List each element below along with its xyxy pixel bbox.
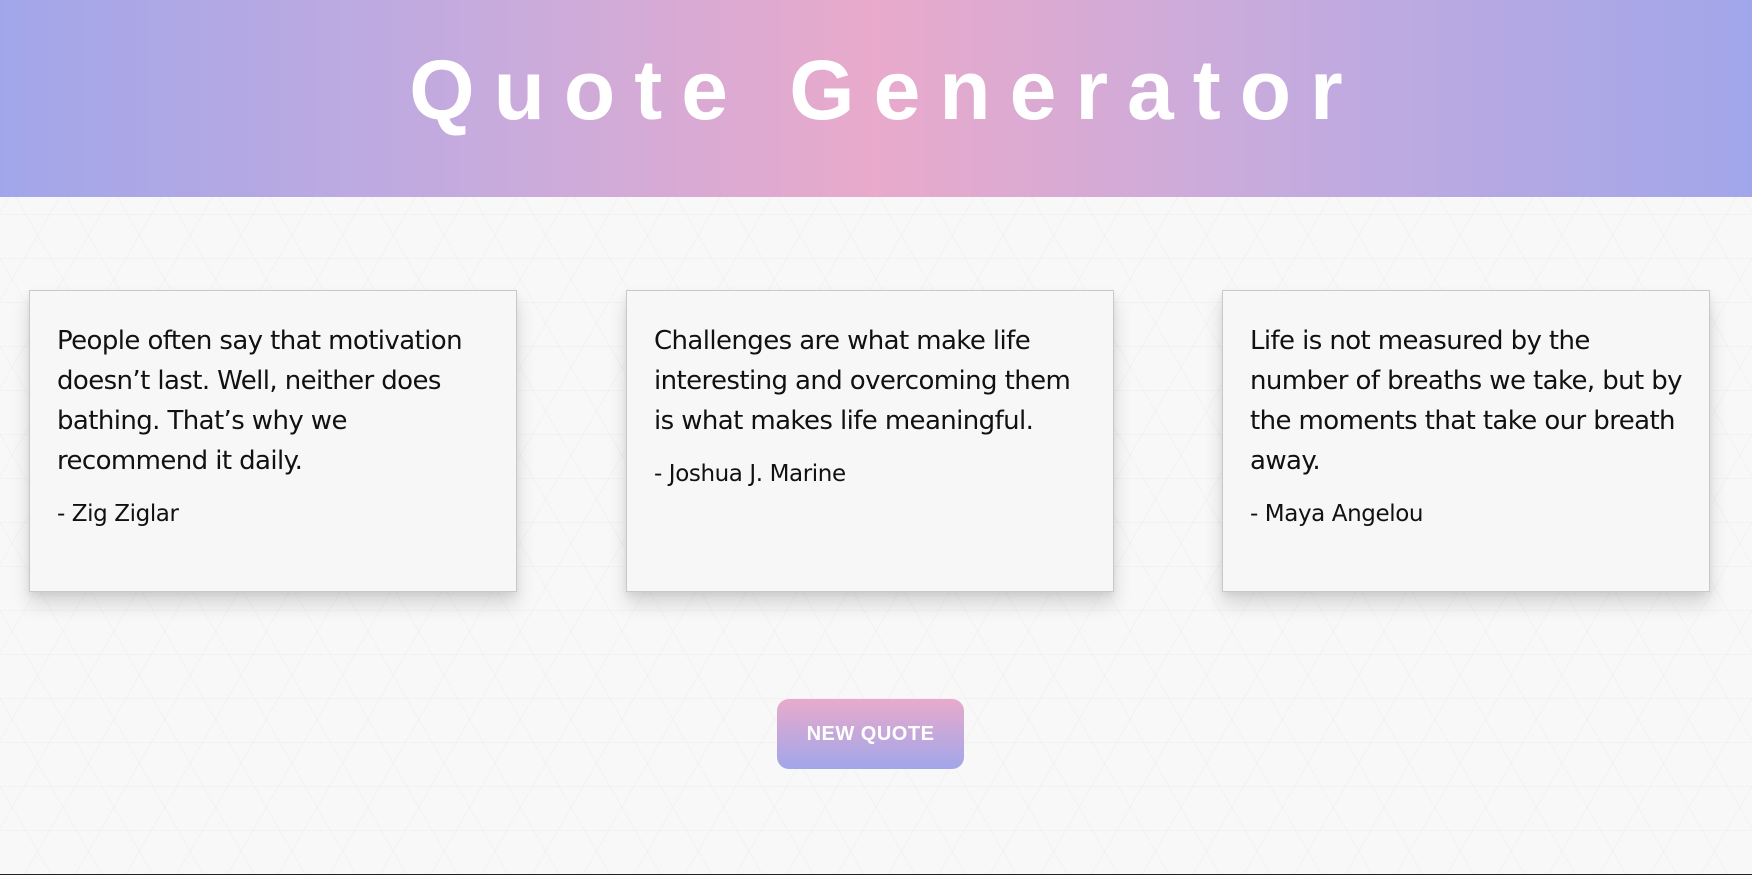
page-header: Quote Generator xyxy=(0,0,1752,197)
quote-card: People often say that motivation doesn’t… xyxy=(29,290,517,592)
page-title: Quote Generator xyxy=(409,43,1362,137)
quote-author: - Zig Ziglar xyxy=(57,501,179,527)
new-quote-button[interactable]: NEW QUOTE xyxy=(777,699,964,769)
quote-text: People often say that motivation doesn’t… xyxy=(57,326,463,476)
quote-card: Life is not measured by the number of br… xyxy=(1222,290,1710,592)
quote-author: - Maya Angelou xyxy=(1250,501,1424,527)
quote-author: - Joshua J. Marine xyxy=(654,461,846,487)
quote-text: Life is not measured by the number of br… xyxy=(1250,326,1683,476)
quote-text: Challenges are what make life interestin… xyxy=(654,326,1071,436)
quote-card: Challenges are what make life interestin… xyxy=(626,290,1114,592)
